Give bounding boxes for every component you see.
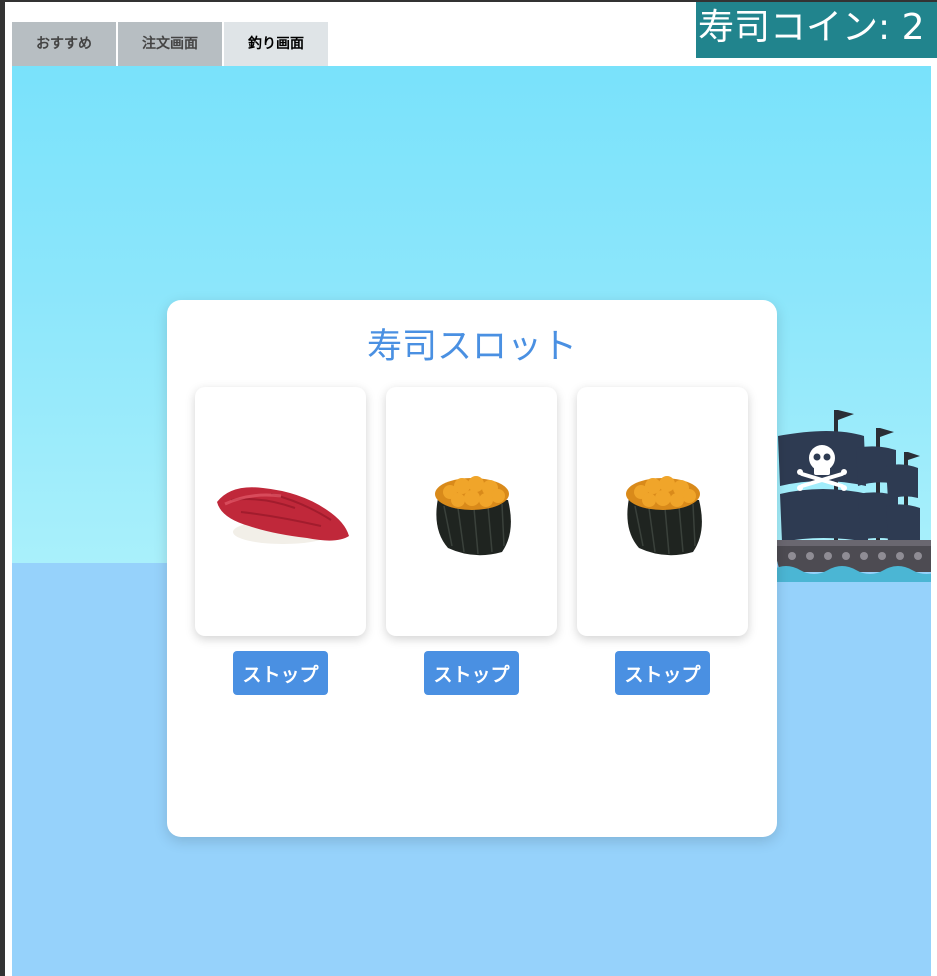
sushi-coin-counter: 寿司コイン: 2 bbox=[696, 2, 937, 58]
uni-gunkan-icon bbox=[625, 475, 702, 555]
stop-button-3[interactable]: ストップ bbox=[615, 651, 710, 695]
tuna-nigiri-icon bbox=[216, 486, 349, 544]
tab-order[interactable]: 注文画面 bbox=[118, 22, 222, 66]
slot-title: 寿司スロット bbox=[366, 327, 577, 367]
tab-bar: おすすめ 注文画面 釣り画面 bbox=[12, 22, 330, 66]
stop-button-2[interactable]: ストップ bbox=[424, 651, 519, 695]
window-frame-left bbox=[0, 0, 5, 976]
tab-recommended[interactable]: おすすめ bbox=[12, 22, 116, 66]
slot-reel-3 bbox=[577, 387, 748, 636]
slot-reel-1 bbox=[195, 387, 366, 636]
slot-modal: 寿司スロット ストップ ストップ ストップ bbox=[167, 300, 777, 837]
stop-button-1[interactable]: ストップ bbox=[233, 651, 328, 695]
pirate-ship-icon bbox=[772, 410, 931, 582]
slot-reel-2 bbox=[386, 387, 557, 636]
tab-fishing[interactable]: 釣り画面 bbox=[224, 22, 328, 66]
uni-gunkan-icon bbox=[434, 475, 511, 555]
